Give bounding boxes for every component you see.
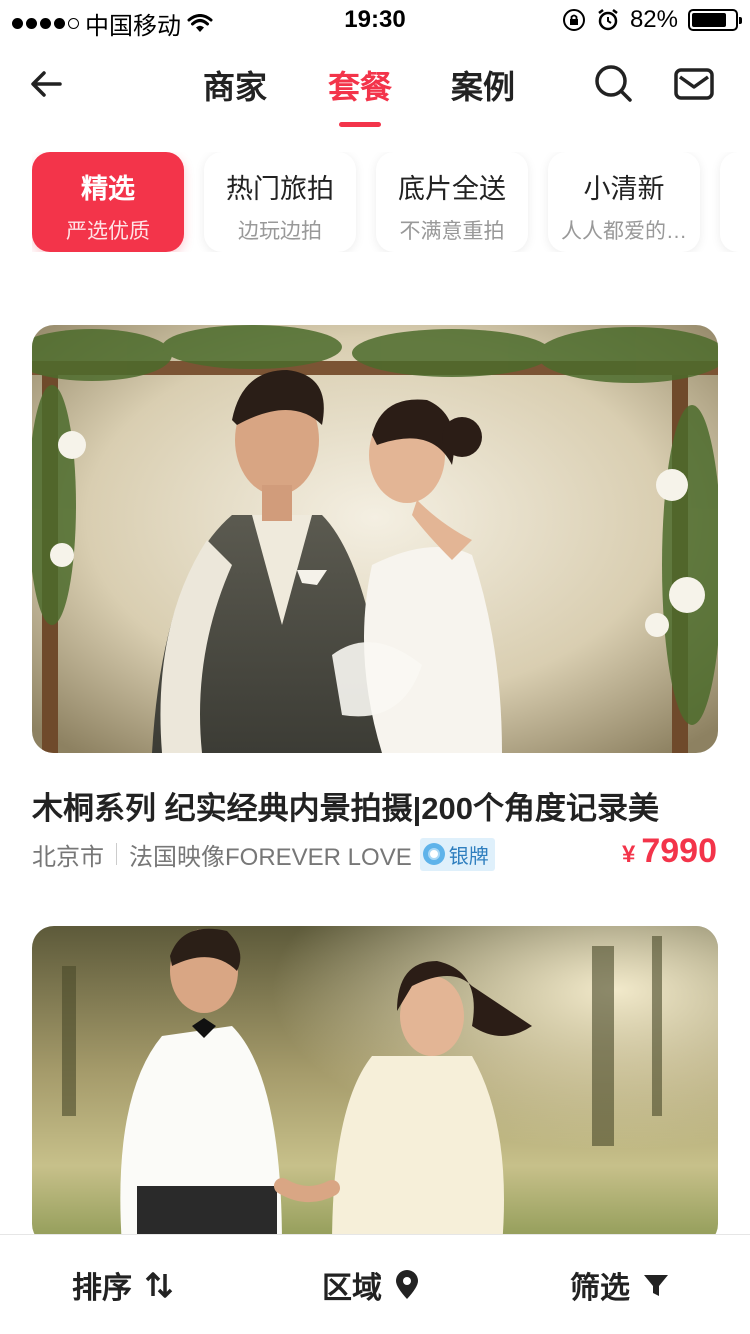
sort-label: 排序 [72, 1272, 132, 1305]
battery-icon [688, 9, 742, 31]
battery-percent: 82% [629, 6, 678, 33]
chip-subtitle: 严选优质 [66, 220, 150, 243]
lock-rotation-icon [562, 9, 585, 31]
package-meta: 北京市 法国映像FOREVER LOVE 银牌 [32, 837, 495, 872]
filter-button[interactable]: 筛选 [570, 1263, 670, 1307]
filter-label: 筛选 [570, 1272, 630, 1305]
merchant-name[interactable]: 法国映像FOREVER LOVE [129, 837, 412, 872]
alarm-icon [598, 9, 618, 31]
chip-all-negatives[interactable]: 底片全送 不满意重拍 [376, 152, 528, 252]
status-bar: 中国移动 19:30 82% [0, 0, 750, 40]
search-icon[interactable] [592, 62, 636, 106]
price-value: 7990 [641, 832, 717, 870]
badge-label: 银牌 [448, 845, 489, 868]
chip-subtitle: 不满意重拍 [399, 220, 505, 243]
chip-subtitle: 边玩边拍 [238, 220, 322, 243]
silver-medal-icon [422, 843, 445, 865]
tab-packages[interactable]: 套餐 [305, 62, 415, 108]
chip-title: 热门旅拍 [226, 174, 334, 204]
area-button[interactable]: 区域 [322, 1263, 420, 1307]
chip-featured[interactable]: 精选 严选优质 [32, 152, 184, 252]
chip-title: 小清新 [583, 174, 665, 204]
location-pin-icon [396, 1270, 418, 1299]
mail-icon[interactable] [672, 62, 716, 106]
wedding-photo-image [32, 325, 718, 753]
top-nav: 商家 套餐 案例 [0, 40, 750, 132]
chip-travel-photo[interactable]: 热门旅拍 边玩边拍 [204, 152, 356, 252]
chip-subtitle: 人人都爱的… [561, 220, 687, 243]
category-chips: 精选 严选优质 热门旅拍 边玩边拍 底片全送 不满意重拍 小清新 人人都爱的… [32, 152, 750, 252]
area-label: 区域 [322, 1272, 382, 1305]
wedding-photo-image [32, 926, 718, 1246]
price-currency: ¥ [622, 841, 636, 868]
sort-button[interactable]: 排序 [72, 1263, 174, 1307]
meta-divider [116, 843, 117, 865]
package-title[interactable]: 木桐系列 纪实经典内景拍摄|200个角度记录美 [32, 783, 659, 828]
tab-merchants[interactable]: 商家 [180, 62, 290, 108]
filter-icon [644, 1275, 668, 1296]
package-city: 北京市 [32, 843, 104, 871]
sort-icon [145, 1272, 173, 1298]
battery-fill [692, 13, 727, 27]
chip-fresh-style[interactable]: 小清新 人人都爱的… [548, 152, 700, 252]
bottom-filter-bar: 排序 区域 筛选 [0, 1234, 750, 1334]
tab-cases[interactable]: 案例 [428, 62, 538, 108]
package-card-image[interactable] [32, 325, 718, 753]
chip-more[interactable] [720, 152, 750, 252]
package-price: ¥7990 [622, 832, 717, 871]
back-arrow-icon[interactable] [24, 60, 72, 108]
merchant-level-badge: 银牌 [419, 837, 495, 871]
chip-title: 底片全送 [398, 174, 506, 204]
active-tab-indicator [339, 122, 381, 127]
package-card-image[interactable] [32, 926, 718, 1246]
status-right: 82% [562, 6, 742, 34]
chip-title: 精选 [81, 174, 135, 204]
